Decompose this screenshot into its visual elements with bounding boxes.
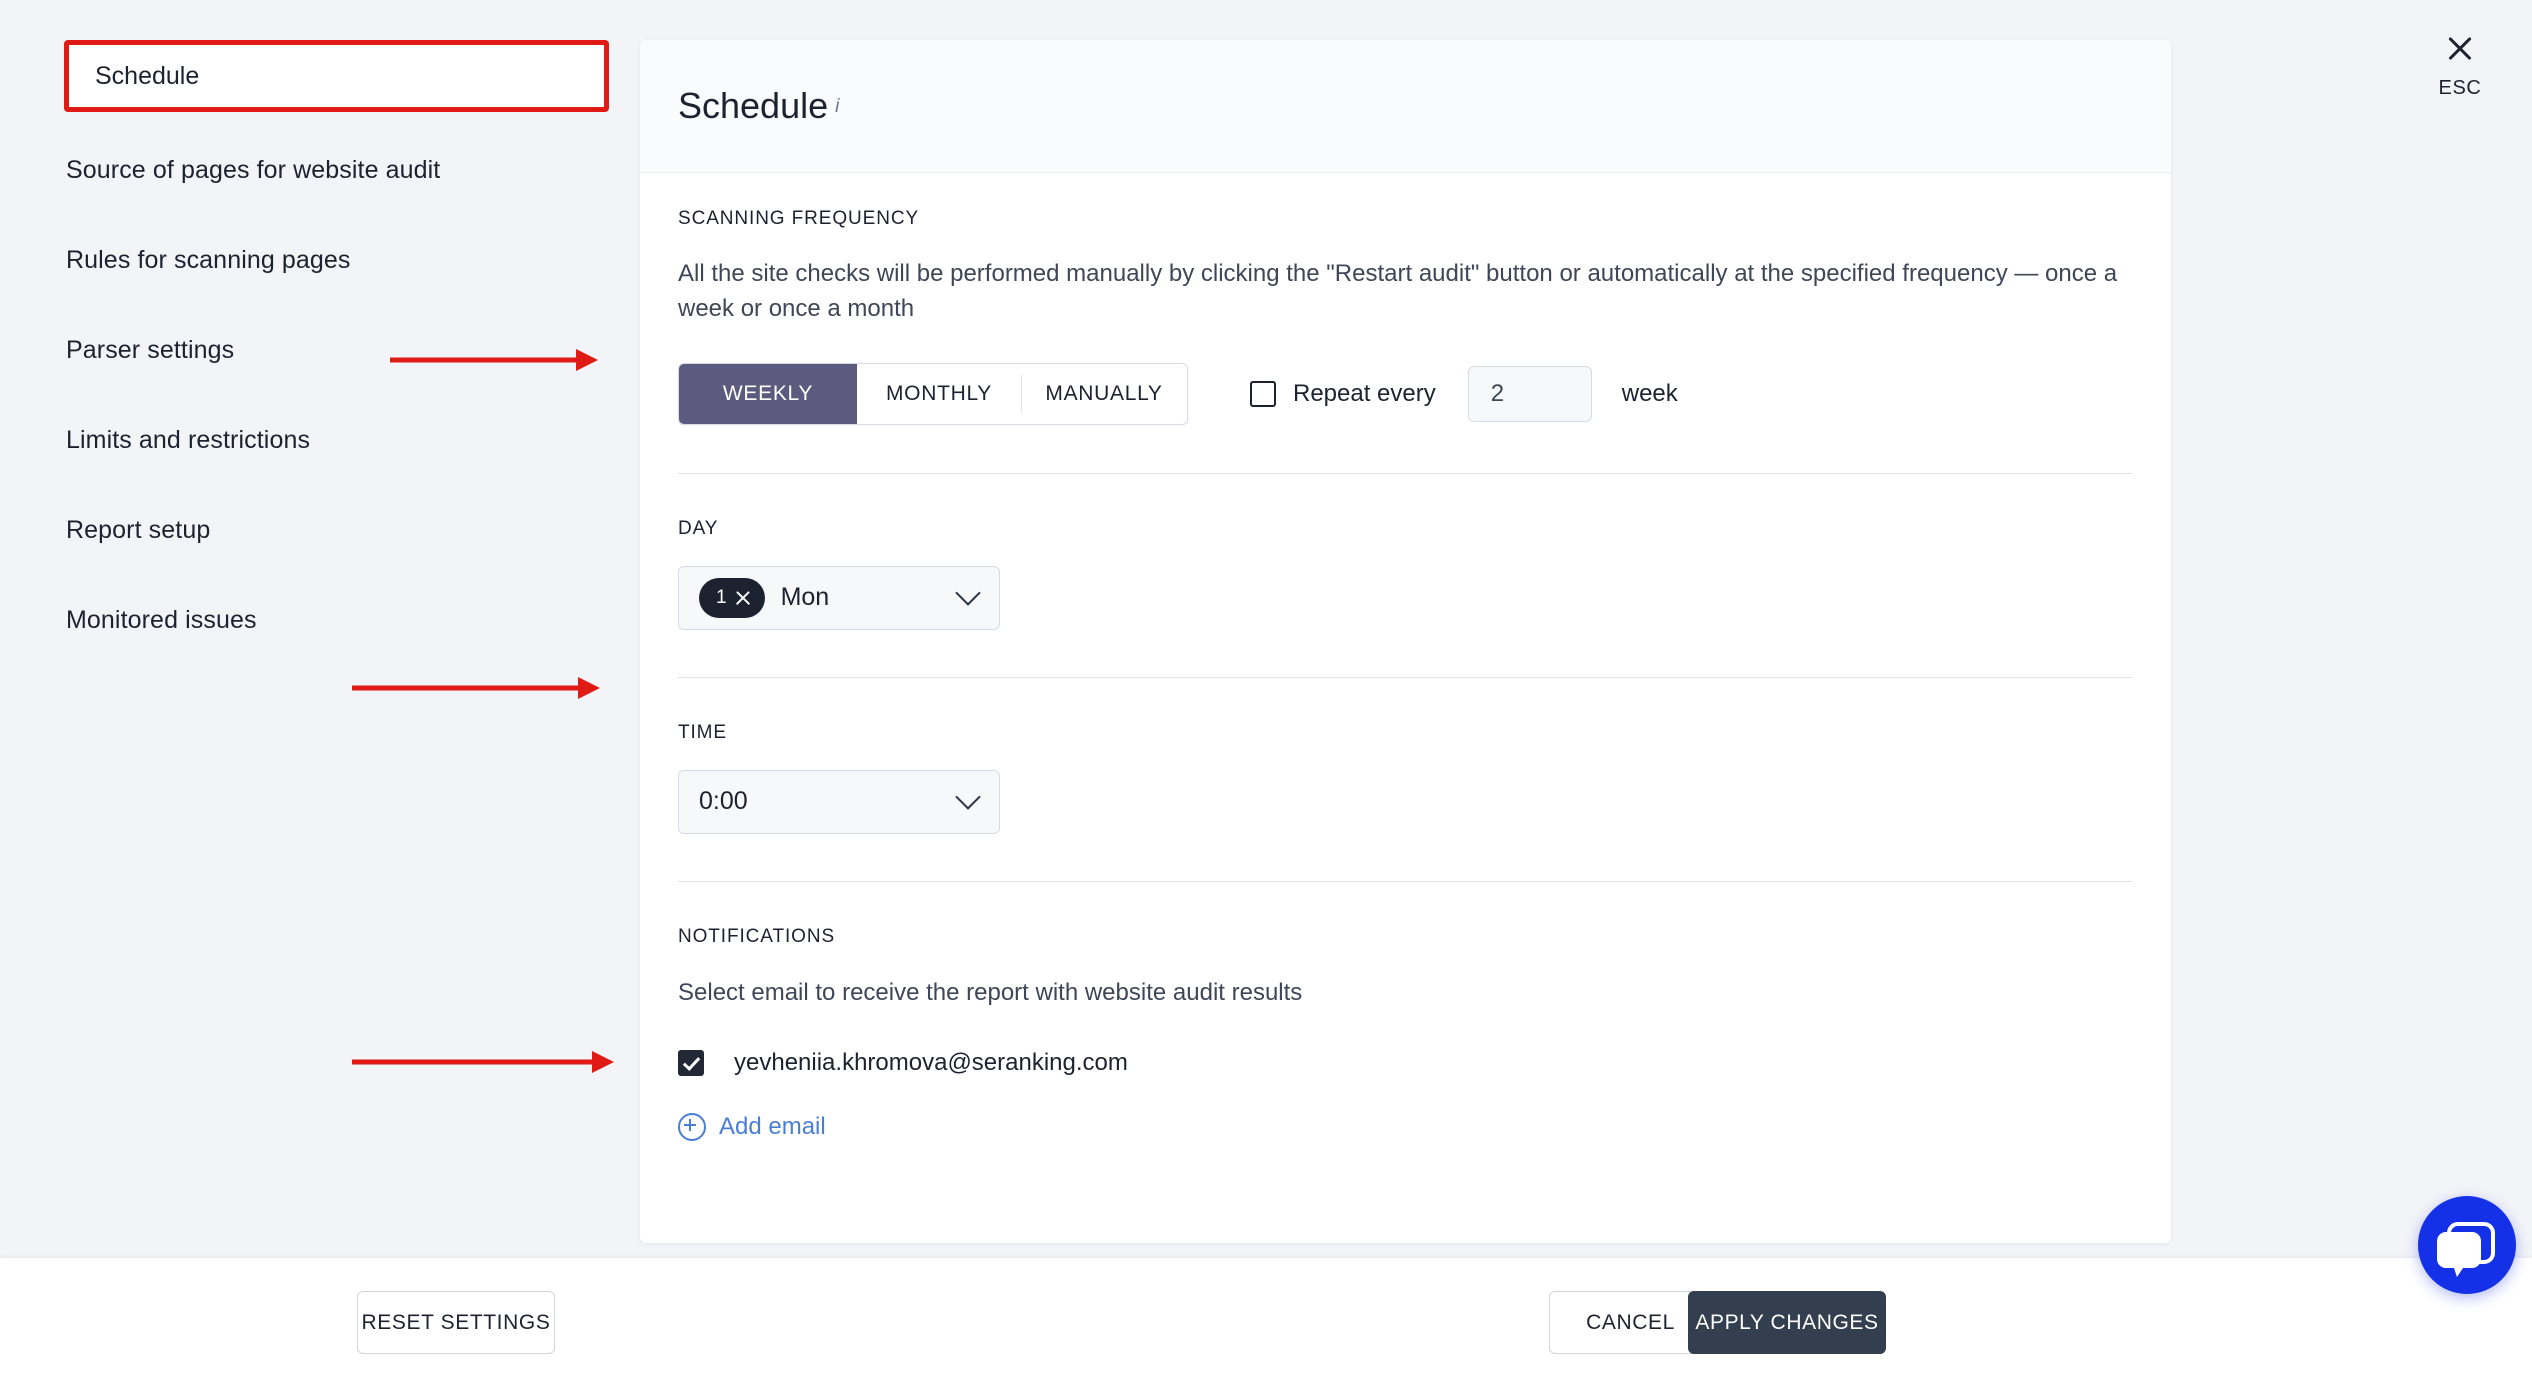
panel-body: SCANNING FREQUENCY All the site checks w… [640,173,2171,1142]
frequency-option-manually[interactable]: MANUALLY [1021,363,1187,424]
notifications-description: Select email to receive the report with … [678,978,1303,1006]
scanning-frequency-description: All the site checks will be performed ma… [678,260,2118,322]
sidebar-item-source-of-pages[interactable]: Source of pages for website audit [66,150,606,190]
email-list-item: yevheniia.khromova@seranking.com [678,1049,2133,1077]
day-select-value: Mon [780,583,830,612]
frequency-row: WEEKLY MONTHLY MANUALLY Repeat every 2 w… [678,362,2133,425]
sidebar-item-rules-for-scanning[interactable]: Rules for scanning pages [66,240,606,280]
plus-circle-icon [678,1113,706,1142]
time-select[interactable]: 0:00 [678,769,1000,834]
day-chip: 1 [699,577,765,618]
close-modal-button[interactable]: ESC [2428,33,2492,100]
frequency-option-weekly[interactable]: WEEKLY [679,363,857,424]
email-checkbox[interactable] [678,1050,704,1077]
apply-changes-button[interactable]: APPLY CHANGES [1688,1291,1886,1354]
frequency-segmented-control: WEEKLY MONTHLY MANUALLY [678,362,1188,425]
sidebar-item-monitored-issues[interactable]: Monitored issues [66,600,606,640]
page-title: Schedule i [678,85,840,126]
esc-label: ESC [2438,77,2482,99]
panel-header: Schedule i [640,40,2171,173]
day-select[interactable]: 1 Mon [678,565,1000,630]
day-label: DAY [678,517,719,539]
notifications-label: NOTIFICATIONS [678,925,836,947]
repeat-every-group: Repeat every 2 week [1250,365,1678,422]
schedule-panel: Schedule i SCANNING FREQUENCY All the sit… [640,40,2171,1243]
chat-bubble-icon [2437,1222,2495,1277]
chevron-down-icon [955,579,981,606]
sidebar-item-label: Source of pages for website audit [66,155,441,184]
time-select-value: 0:00 [699,787,748,816]
email-address: yevheniia.khromova@seranking.com [734,1049,1128,1077]
add-email-button[interactable]: Add email [678,1113,826,1142]
time-label: TIME [678,721,727,743]
info-icon[interactable]: i [835,96,839,117]
scanning-frequency-label: SCANNING FREQUENCY [678,208,920,229]
sidebar-item-parser-settings[interactable]: Parser settings [66,330,606,370]
close-icon[interactable] [734,589,752,607]
sidebar-item-label: Report setup [66,515,211,544]
sidebar-item-label: Monitored issues [66,605,257,634]
repeat-every-unit: week [1621,379,1678,407]
chevron-down-icon [955,783,981,810]
sidebar-item-schedule[interactable]: Schedule [64,40,609,112]
repeat-every-label: Repeat every [1293,379,1436,407]
repeat-every-input[interactable]: 2 [1467,365,1592,422]
sidebar-item-label: Limits and restrictions [66,425,311,454]
add-email-label: Add email [719,1113,826,1141]
close-icon [2445,33,2475,63]
sidebar-item-report-setup[interactable]: Report setup [66,510,606,550]
reset-settings-button[interactable]: RESET SETTINGS [357,1291,555,1354]
sidebar-item-label: Parser settings [66,335,235,364]
modal-footer: RESET SETTINGS CANCEL APPLY CHANGES [0,1258,2532,1390]
repeat-every-checkbox[interactable] [1250,380,1276,407]
sidebar-item-label: Schedule [95,61,200,90]
settings-sidebar: Schedule Source of pages for website aud… [0,0,640,1243]
sidebar-item-limits-and-restrictions[interactable]: Limits and restrictions [66,420,606,460]
frequency-option-monthly[interactable]: MONTHLY [857,363,1021,424]
settings-modal: Schedule Source of pages for website aud… [0,0,2532,1390]
sidebar-item-label: Rules for scanning pages [66,245,351,274]
chat-widget-button[interactable] [2418,1196,2516,1294]
day-chip-number: 1 [716,586,727,608]
